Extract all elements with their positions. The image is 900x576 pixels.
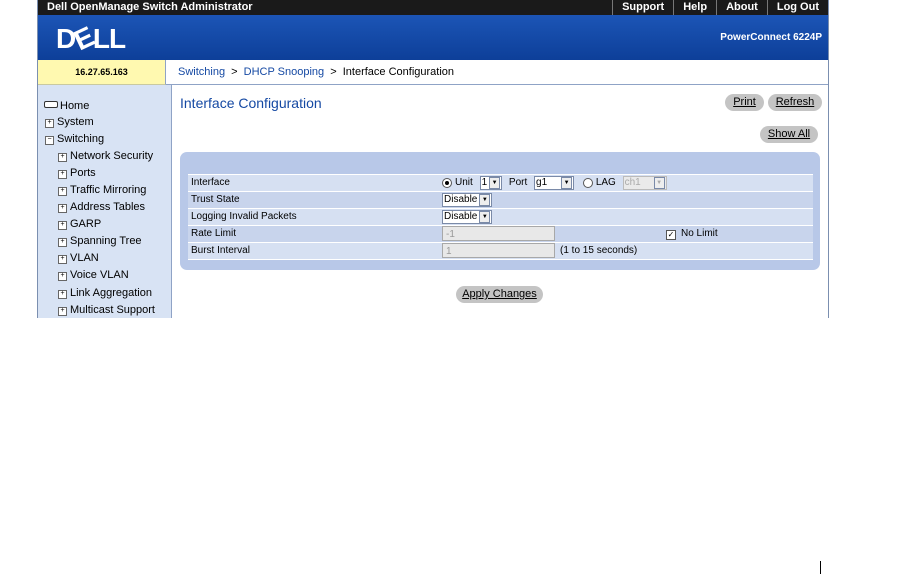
nav-garp[interactable]: + GARP (58, 218, 101, 230)
chevron-down-icon: ▼ (479, 194, 491, 206)
text-cursor (820, 561, 821, 574)
nav-switching[interactable]: − Switching (45, 133, 104, 145)
nav-address-tables[interactable]: + Address Tables (58, 201, 145, 213)
nav-spanning-tree[interactable]: + Spanning Tree (58, 235, 142, 247)
expand-icon[interactable]: + (58, 307, 67, 316)
main-content: Interface Configuration Print Refresh Sh… (172, 85, 828, 318)
no-limit-checkbox[interactable]: ✓ (666, 230, 676, 240)
burst-interval-hint: (1 to 15 seconds) (560, 245, 638, 256)
expand-icon[interactable]: + (58, 204, 67, 213)
switch-ip: 16.27.65.163 (38, 60, 166, 85)
expand-icon[interactable]: + (45, 119, 54, 128)
logging-row: Logging Invalid Packets Disable ▼ (188, 209, 813, 226)
nav-multicast-support[interactable]: + Multicast Support (58, 304, 155, 316)
port-select[interactable]: g1 ▼ (534, 176, 575, 190)
interface-label: Interface (191, 177, 230, 188)
rate-limit-row: Rate Limit -1 ✓ No Limit (188, 226, 813, 243)
nav-network-security[interactable]: + Network Security (58, 150, 153, 162)
rate-limit-label: Rate Limit (191, 228, 237, 239)
expand-icon[interactable]: + (58, 272, 67, 281)
expand-icon[interactable]: + (58, 255, 67, 264)
model-name: PowerConnect 6224P (720, 32, 822, 43)
logging-label: Logging Invalid Packets (191, 211, 297, 222)
chevron-down-icon: ▼ (653, 177, 665, 189)
nav-traffic-mirroring[interactable]: + Traffic Mirroring (58, 184, 146, 196)
print-button[interactable]: Print (725, 94, 764, 111)
expand-icon[interactable]: + (58, 187, 67, 196)
expand-icon[interactable]: + (58, 153, 67, 162)
trust-state-select[interactable]: Disable ▼ (442, 193, 493, 207)
config-table: Interface Unit 1 ▼ Port g1 ▼ LAG ch1 ▼ Trus… (188, 174, 813, 260)
unit-radio[interactable] (442, 178, 452, 188)
app-window: Dell OpenManage Switch Administrator Sup… (37, 0, 829, 318)
nav-voice-vlan[interactable]: + Voice VLAN (58, 269, 129, 281)
chevron-down-icon: ▼ (561, 177, 573, 189)
expand-icon[interactable]: + (58, 238, 67, 247)
dell-logo: DELL (56, 20, 126, 57)
trust-state-label: Trust State (191, 194, 240, 205)
help-link[interactable]: Help (673, 0, 716, 15)
about-link[interactable]: About (716, 0, 767, 15)
logout-link[interactable]: Log Out (766, 0, 828, 15)
burst-interval-row: Burst Interval 1 (1 to 15 seconds) (188, 243, 813, 260)
home-icon (44, 101, 58, 108)
nav-home[interactable]: Home (44, 100, 89, 112)
interface-row: Interface Unit 1 ▼ Port g1 ▼ LAG ch1 ▼ (188, 175, 813, 192)
chevron-down-icon: ▼ (489, 177, 501, 189)
show-all-button[interactable]: Show All (760, 126, 818, 143)
breadcrumb-dhcp-snooping[interactable]: DHCP Snooping (244, 66, 325, 78)
support-link[interactable]: Support (612, 0, 673, 15)
apply-changes-button[interactable]: Apply Changes (456, 286, 543, 303)
breadcrumb-switching[interactable]: Switching (178, 66, 225, 78)
burst-interval-input[interactable]: 1 (442, 243, 555, 258)
burst-interval-label: Burst Interval (191, 245, 250, 256)
lag-radio[interactable] (582, 178, 593, 188)
top-links: Support Help About Log Out (612, 0, 828, 15)
chevron-down-icon: ▼ (479, 211, 491, 223)
page-title: Interface Configuration (180, 95, 322, 111)
nav-system[interactable]: + System (45, 116, 94, 128)
trust-state-row: Trust State Disable ▼ (188, 192, 813, 209)
nav-ports[interactable]: + Ports (58, 167, 96, 179)
unit-select[interactable]: 1 ▼ (479, 176, 503, 190)
rate-limit-input[interactable]: -1 (442, 226, 555, 241)
expand-icon[interactable]: + (58, 170, 67, 179)
breadcrumb: Switching > DHCP Snooping > Interface Co… (166, 60, 828, 85)
logging-select[interactable]: Disable ▼ (442, 210, 493, 224)
sidebar: Home + System − Switching + Network Securit… (38, 85, 172, 318)
app-title: Dell OpenManage Switch Administrator (47, 1, 253, 13)
nav-vlan[interactable]: + VLAN (58, 252, 99, 264)
breadcrumb-current: Interface Configuration (342, 66, 455, 78)
collapse-icon[interactable]: − (45, 136, 54, 145)
config-panel: Interface Unit 1 ▼ Port g1 ▼ LAG ch1 ▼ Trus… (180, 152, 820, 270)
nav-link-aggregation[interactable]: + Link Aggregation (58, 287, 152, 299)
no-limit-label: No Limit (681, 228, 718, 239)
lag-select[interactable]: ch1 ▼ (622, 176, 667, 190)
expand-icon[interactable]: + (58, 221, 67, 230)
top-bar: Dell OpenManage Switch Administrator Sup… (38, 0, 828, 15)
banner: DELL PowerConnect 6224P (38, 15, 828, 60)
refresh-button[interactable]: Refresh (768, 94, 822, 111)
expand-icon[interactable]: + (58, 290, 67, 299)
